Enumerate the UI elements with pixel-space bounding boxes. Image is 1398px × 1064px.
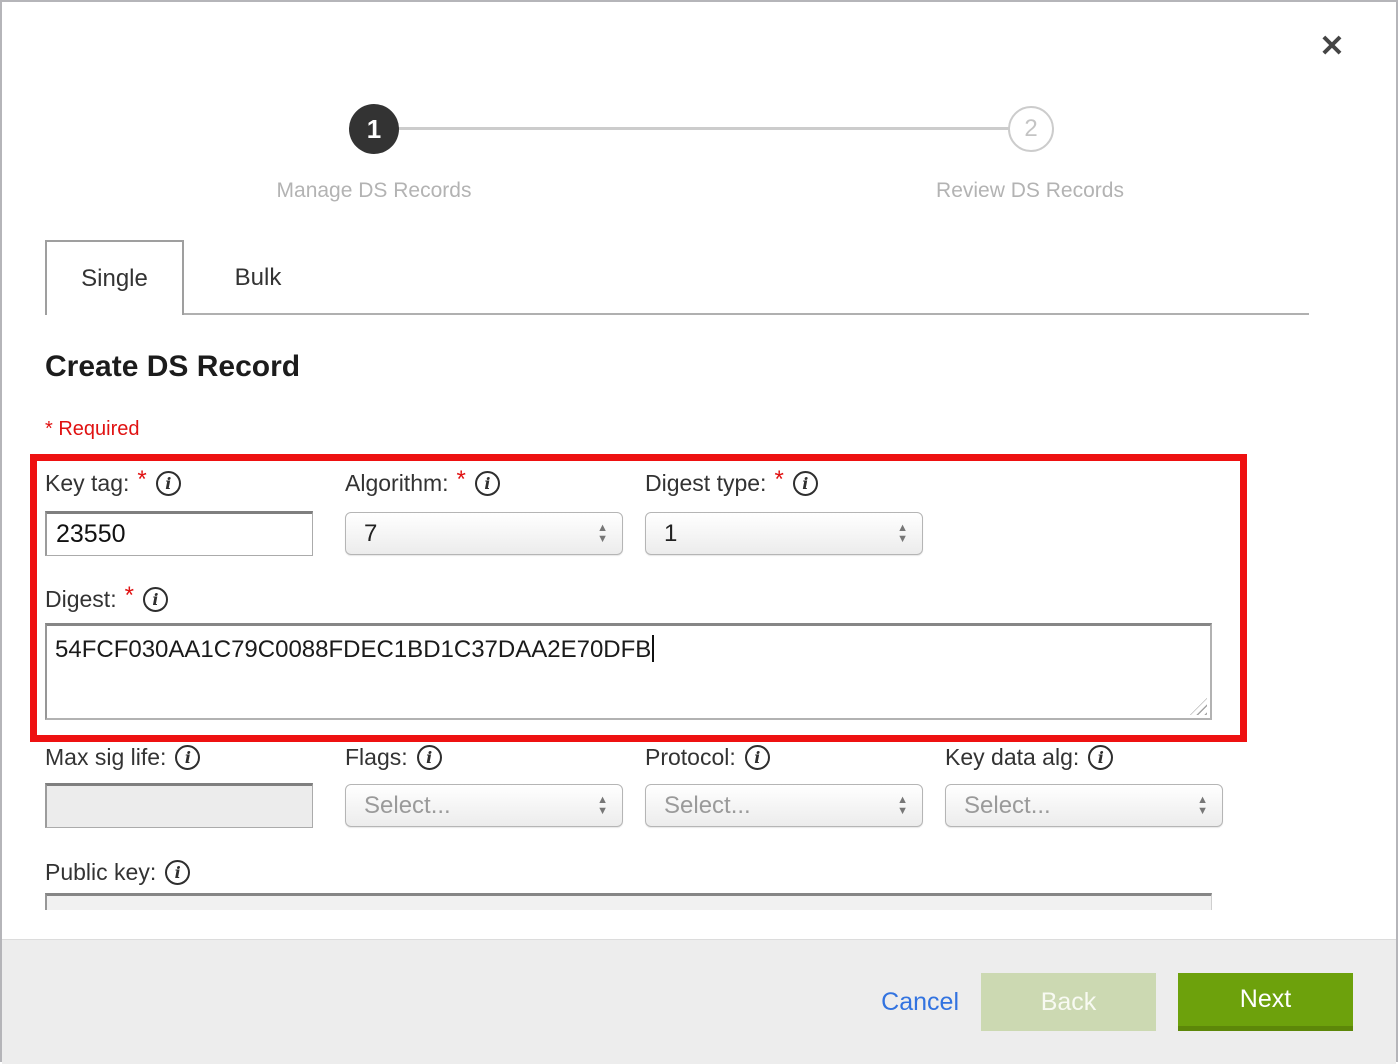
protocol-select[interactable]: Select... ▲ ▼	[645, 784, 923, 827]
digest-textarea[interactable]: 54FCF030AA1C79C0088FDEC1BD1C37DAA2E70DFB	[45, 623, 1212, 720]
resize-handle-icon[interactable]	[1190, 698, 1207, 715]
select-arrows-icon: ▲ ▼	[1197, 796, 1208, 816]
stepper-step-1-label: Manage DS Records	[277, 179, 472, 203]
select-arrows-icon: ▲ ▼	[897, 796, 908, 816]
flags-select[interactable]: Select... ▲ ▼	[345, 784, 623, 827]
select-arrows-icon: ▲ ▼	[597, 796, 608, 816]
max-sig-life-label: Max sig life: i	[45, 744, 200, 771]
required-asterisk: *	[137, 466, 146, 494]
digest-type-select[interactable]: 1 ▲ ▼	[645, 512, 923, 555]
select-arrows-icon: ▲ ▼	[597, 524, 608, 544]
tab-single[interactable]: Single	[45, 240, 184, 315]
required-asterisk: *	[457, 466, 466, 494]
info-icon[interactable]: i	[175, 745, 200, 770]
key-tag-input[interactable]	[45, 511, 313, 556]
required-note: * Required	[45, 418, 140, 441]
info-icon[interactable]: i	[793, 471, 818, 496]
required-asterisk: *	[125, 582, 134, 610]
digest-label: Digest: * i	[45, 585, 168, 613]
select-arrows-icon: ▲ ▼	[897, 524, 908, 544]
stepper-step-2-circle: 2	[1008, 106, 1054, 152]
required-asterisk: *	[774, 466, 783, 494]
close-icon[interactable]: ✕	[1310, 24, 1354, 68]
info-icon[interactable]: i	[745, 745, 770, 770]
info-icon[interactable]: i	[475, 471, 500, 496]
text-cursor	[652, 635, 654, 662]
flags-label: Flags: i	[345, 744, 442, 771]
info-icon[interactable]: i	[1088, 745, 1113, 770]
key-tag-label: Key tag: * i	[45, 469, 181, 497]
stepper-connector-line	[374, 127, 1030, 130]
back-button[interactable]: Back	[981, 973, 1156, 1031]
next-button[interactable]: Next	[1178, 973, 1353, 1031]
algorithm-select[interactable]: 7 ▲ ▼	[345, 512, 623, 555]
info-icon[interactable]: i	[156, 471, 181, 496]
info-icon[interactable]: i	[143, 587, 168, 612]
algorithm-label: Algorithm: * i	[345, 469, 500, 497]
digest-type-label: Digest type: * i	[645, 469, 818, 497]
stepper-step-2-label: Review DS Records	[936, 179, 1124, 203]
digest-value: 54FCF030AA1C79C0088FDEC1BD1C37DAA2E70DFB	[55, 636, 651, 663]
cancel-button[interactable]: Cancel	[881, 988, 959, 1017]
footer: Cancel Back Next	[2, 939, 1396, 1064]
create-ds-record-modal: ✕ 1 2 Manage DS Records Review DS Record…	[0, 0, 1398, 1062]
tab-underline	[183, 313, 1309, 315]
public-key-label: Public key: i	[45, 859, 190, 886]
protocol-label: Protocol: i	[645, 744, 770, 771]
info-icon[interactable]: i	[417, 745, 442, 770]
key-data-alg-label: Key data alg: i	[945, 744, 1113, 771]
stepper-step-1-circle: 1	[349, 104, 399, 154]
public-key-textarea[interactable]	[45, 893, 1212, 910]
info-icon[interactable]: i	[165, 860, 190, 885]
max-sig-life-input[interactable]	[45, 783, 313, 828]
key-data-alg-select[interactable]: Select... ▲ ▼	[945, 784, 1223, 827]
tab-bulk[interactable]: Bulk	[188, 242, 328, 313]
page-title: Create DS Record	[45, 350, 300, 384]
